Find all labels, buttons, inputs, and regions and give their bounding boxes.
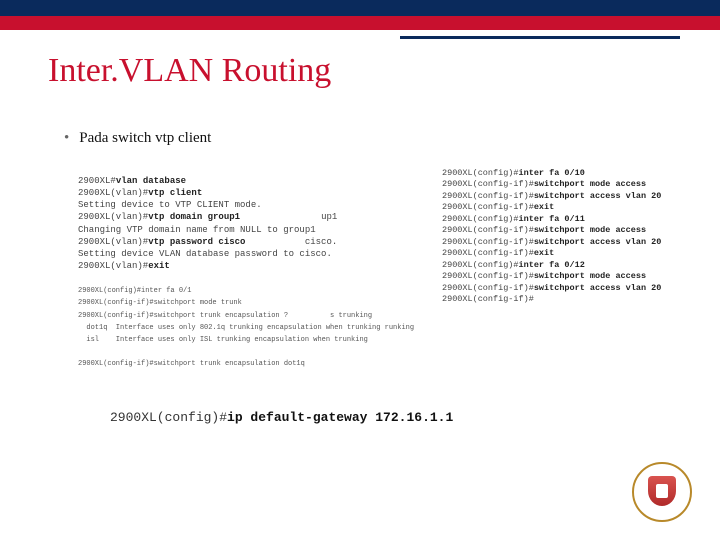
cli-block-left: 2900XL#vlan database 2900XL(vlan)#vtp cl… xyxy=(78,175,438,369)
cli-line: 2900XL(config)#inter fa 0/1 xyxy=(78,287,191,295)
cli-line: 2900XL(config-if)#switchport access vlan… xyxy=(442,237,661,247)
cli-line: Setting device to VTP CLIENT mode. xyxy=(78,200,262,210)
cli-line: 2900XL(config-if)#switchport mode access xyxy=(442,225,646,235)
cli-line: 2900XL(config-if)#exit xyxy=(442,248,554,258)
cli-command: ip default-gateway 172.16.1.1 xyxy=(227,410,453,425)
header-underline xyxy=(400,36,680,39)
cli-line: 2900XL(config-if)#switchport mode access xyxy=(442,179,646,189)
cli-line: 2900XL(config-if)#exit xyxy=(442,202,554,212)
bullet-item: Pada switch vtp client xyxy=(64,130,211,147)
cli-line: isl Interface uses only ISL trunking enc… xyxy=(78,336,368,344)
cli-line: dot1q Interface uses only 802.1q trunkin… xyxy=(78,324,414,332)
cli-line: 2900XL(vlan)#vtp domain group1 up1 xyxy=(78,212,337,222)
cli-line: 2900XL(vlan)#vtp client xyxy=(78,188,202,198)
cli-line: 2900XL(config)#inter fa 0/12 xyxy=(442,260,585,270)
cli-line: 2900XL(vlan)#vtp password cisco cisco. xyxy=(78,237,337,247)
cli-line: 2900XL(config)#inter fa 0/10 xyxy=(442,168,585,178)
slide: Inter.VLAN Routing Pada switch vtp clien… xyxy=(0,0,720,540)
university-logo-icon xyxy=(632,462,692,522)
header-accent-inner xyxy=(0,0,720,18)
cli-line: 2900XL(config-if)#switchport access vlan… xyxy=(442,191,661,201)
cli-line: 2900XL(config-if)#switchport mode trunk xyxy=(78,299,242,307)
header-accent-spacer xyxy=(0,18,720,24)
cli-line: 2900XL(config-if)#switchport access vlan… xyxy=(442,283,661,293)
cli-line: 2900XL(config-if)#switchport mode access xyxy=(442,271,646,281)
cli-prompt: 2900XL(config)# xyxy=(110,410,227,425)
cli-line: 2900XL#vlan database xyxy=(78,176,186,186)
cli-line: 2900XL(config-if)# xyxy=(442,294,534,304)
slide-title: Inter.VLAN Routing xyxy=(48,52,331,90)
cli-line: 2900XL(config-if)#switchport trunk encap… xyxy=(78,360,305,368)
cli-line: 2900XL(config)#inter fa 0/11 xyxy=(442,214,585,224)
cli-line: 2900XL(vlan)#exit xyxy=(78,261,170,271)
cli-line: Changing VTP domain name from NULL to gr… xyxy=(78,225,316,235)
cli-block-bottom: 2900XL(config)#ip default-gateway 172.16… xyxy=(110,410,453,425)
cli-block-right: 2900XL(config)#inter fa 0/10 2900XL(conf… xyxy=(442,168,682,306)
cli-line: Setting device VLAN database password to… xyxy=(78,249,332,259)
logo-shield-icon xyxy=(648,476,676,506)
cli-line: 2900XL(config-if)#switchport trunk encap… xyxy=(78,312,372,320)
header-accent-bar xyxy=(0,0,720,30)
